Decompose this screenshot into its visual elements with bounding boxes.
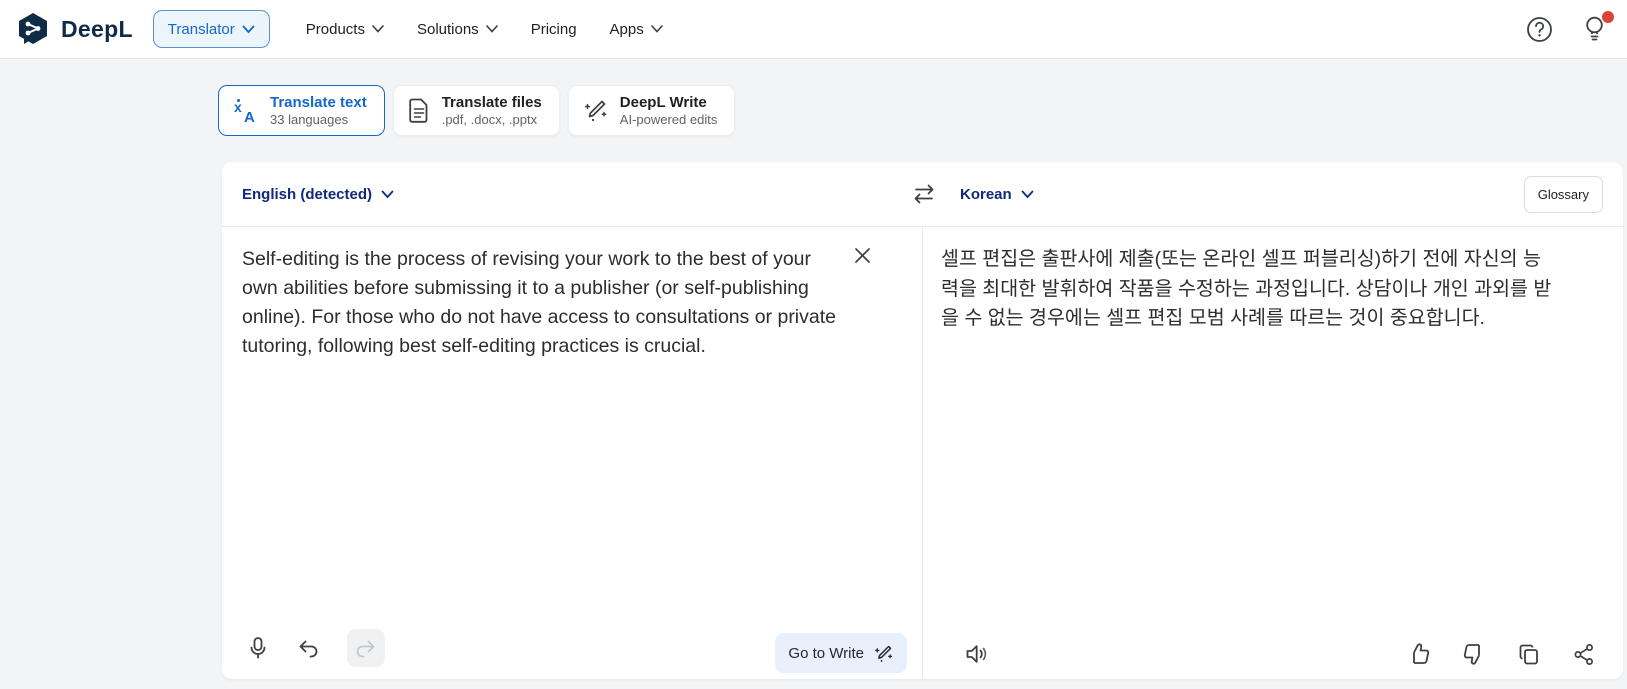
share-icon bbox=[1573, 643, 1595, 666]
nav-item-products-label: Products bbox=[306, 21, 365, 38]
nav-item-products[interactable]: Products bbox=[306, 21, 384, 38]
chevron-down-icon bbox=[372, 25, 384, 33]
file-icon bbox=[407, 97, 431, 124]
write-pen-icon bbox=[582, 97, 609, 124]
chevron-down-icon bbox=[486, 25, 498, 33]
target-text-area: 셀프 편집은 출판사에 제출(또는 온라인 셀프 퍼블리싱)하기 전에 자신의 … bbox=[923, 227, 1623, 679]
source-text-area: Self-editing is the process of revising … bbox=[222, 227, 923, 679]
chevron-down-icon bbox=[381, 190, 394, 199]
thumbs-up-icon bbox=[1407, 642, 1431, 666]
chevron-down-icon bbox=[1021, 190, 1034, 199]
undo-icon bbox=[296, 638, 320, 658]
copy-icon bbox=[1518, 643, 1541, 666]
go-to-write-label: Go to Write bbox=[788, 645, 864, 662]
translator-panel: English (detected) Korean Glossary bbox=[222, 162, 1623, 679]
redo-button[interactable] bbox=[347, 629, 385, 667]
top-navigation: DeepL Translator Products Solutions Pric… bbox=[0, 0, 1627, 59]
source-language-label: English (detected) bbox=[242, 186, 372, 203]
tab-translate-files[interactable]: Translate files .pdf, .docx, .pptx bbox=[393, 85, 560, 136]
clear-source-button[interactable] bbox=[850, 243, 874, 267]
thumbs-down-icon bbox=[1462, 642, 1486, 666]
source-language-selector[interactable]: English (detected) bbox=[242, 177, 394, 211]
notification-dot bbox=[1602, 11, 1614, 23]
translate-text-icon: x A bbox=[232, 97, 259, 124]
help-button[interactable] bbox=[1524, 14, 1554, 44]
tab-subtitle: 33 languages bbox=[270, 112, 367, 128]
close-icon bbox=[853, 246, 872, 265]
go-to-write-button[interactable]: Go to Write bbox=[775, 633, 907, 673]
redo-icon bbox=[354, 638, 378, 658]
translator-menu-button[interactable]: Translator bbox=[153, 10, 270, 48]
nav-item-solutions[interactable]: Solutions bbox=[417, 21, 498, 38]
chevron-down-icon bbox=[651, 25, 663, 33]
glossary-button[interactable]: Glossary bbox=[1524, 176, 1603, 213]
translator-menu-label: Translator bbox=[168, 21, 235, 38]
nav-item-solutions-label: Solutions bbox=[417, 21, 479, 38]
target-language-selector[interactable]: Korean bbox=[960, 177, 1034, 211]
rate-good-button[interactable] bbox=[1406, 641, 1432, 667]
copy-translation-button[interactable] bbox=[1516, 641, 1542, 667]
listen-button[interactable] bbox=[963, 641, 989, 667]
nav-item-apps-label: Apps bbox=[610, 21, 644, 38]
write-pen-icon bbox=[873, 643, 894, 664]
tab-deepl-write[interactable]: DeepL Write AI-powered edits bbox=[568, 85, 736, 136]
tab-translate-text[interactable]: x A Translate text 33 languages bbox=[218, 85, 385, 136]
tab-title: Translate files bbox=[442, 93, 542, 112]
source-text-input[interactable]: Self-editing is the process of revising … bbox=[242, 245, 842, 361]
tab-subtitle: AI-powered edits bbox=[620, 112, 718, 128]
svg-text:A: A bbox=[244, 109, 255, 124]
tab-title: Translate text bbox=[270, 93, 367, 112]
tab-title: DeepL Write bbox=[620, 93, 718, 112]
swap-languages-icon bbox=[910, 182, 938, 206]
chevron-down-icon bbox=[242, 25, 255, 34]
share-translation-button[interactable] bbox=[1571, 641, 1597, 667]
nav-item-apps[interactable]: Apps bbox=[610, 21, 663, 38]
nav-item-pricing[interactable]: Pricing bbox=[531, 21, 577, 38]
glossary-button-label: Glossary bbox=[1538, 187, 1589, 202]
brand-name: DeepL bbox=[61, 16, 133, 43]
translation-output[interactable]: 셀프 편집은 출판사에 제출(또는 온라인 셀프 퍼블리싱)하기 전에 자신의 … bbox=[941, 245, 1553, 334]
dictate-button[interactable] bbox=[245, 635, 271, 661]
nav-item-pricing-label: Pricing bbox=[531, 21, 577, 38]
microphone-icon bbox=[247, 636, 269, 660]
deepl-logo[interactable]: DeepL bbox=[14, 10, 133, 48]
tab-subtitle: .pdf, .docx, .pptx bbox=[442, 112, 542, 128]
rate-bad-button[interactable] bbox=[1461, 641, 1487, 667]
swap-languages-button[interactable] bbox=[908, 179, 940, 209]
deepl-logo-icon bbox=[14, 10, 52, 48]
tips-button[interactable] bbox=[1579, 14, 1609, 44]
speaker-icon bbox=[964, 643, 988, 665]
undo-button[interactable] bbox=[295, 635, 321, 661]
mode-tabs: x A Translate text 33 languages Translat… bbox=[218, 85, 735, 136]
target-language-label: Korean bbox=[960, 186, 1012, 203]
language-bar: English (detected) Korean Glossary bbox=[222, 162, 1623, 227]
help-icon bbox=[1526, 16, 1553, 43]
